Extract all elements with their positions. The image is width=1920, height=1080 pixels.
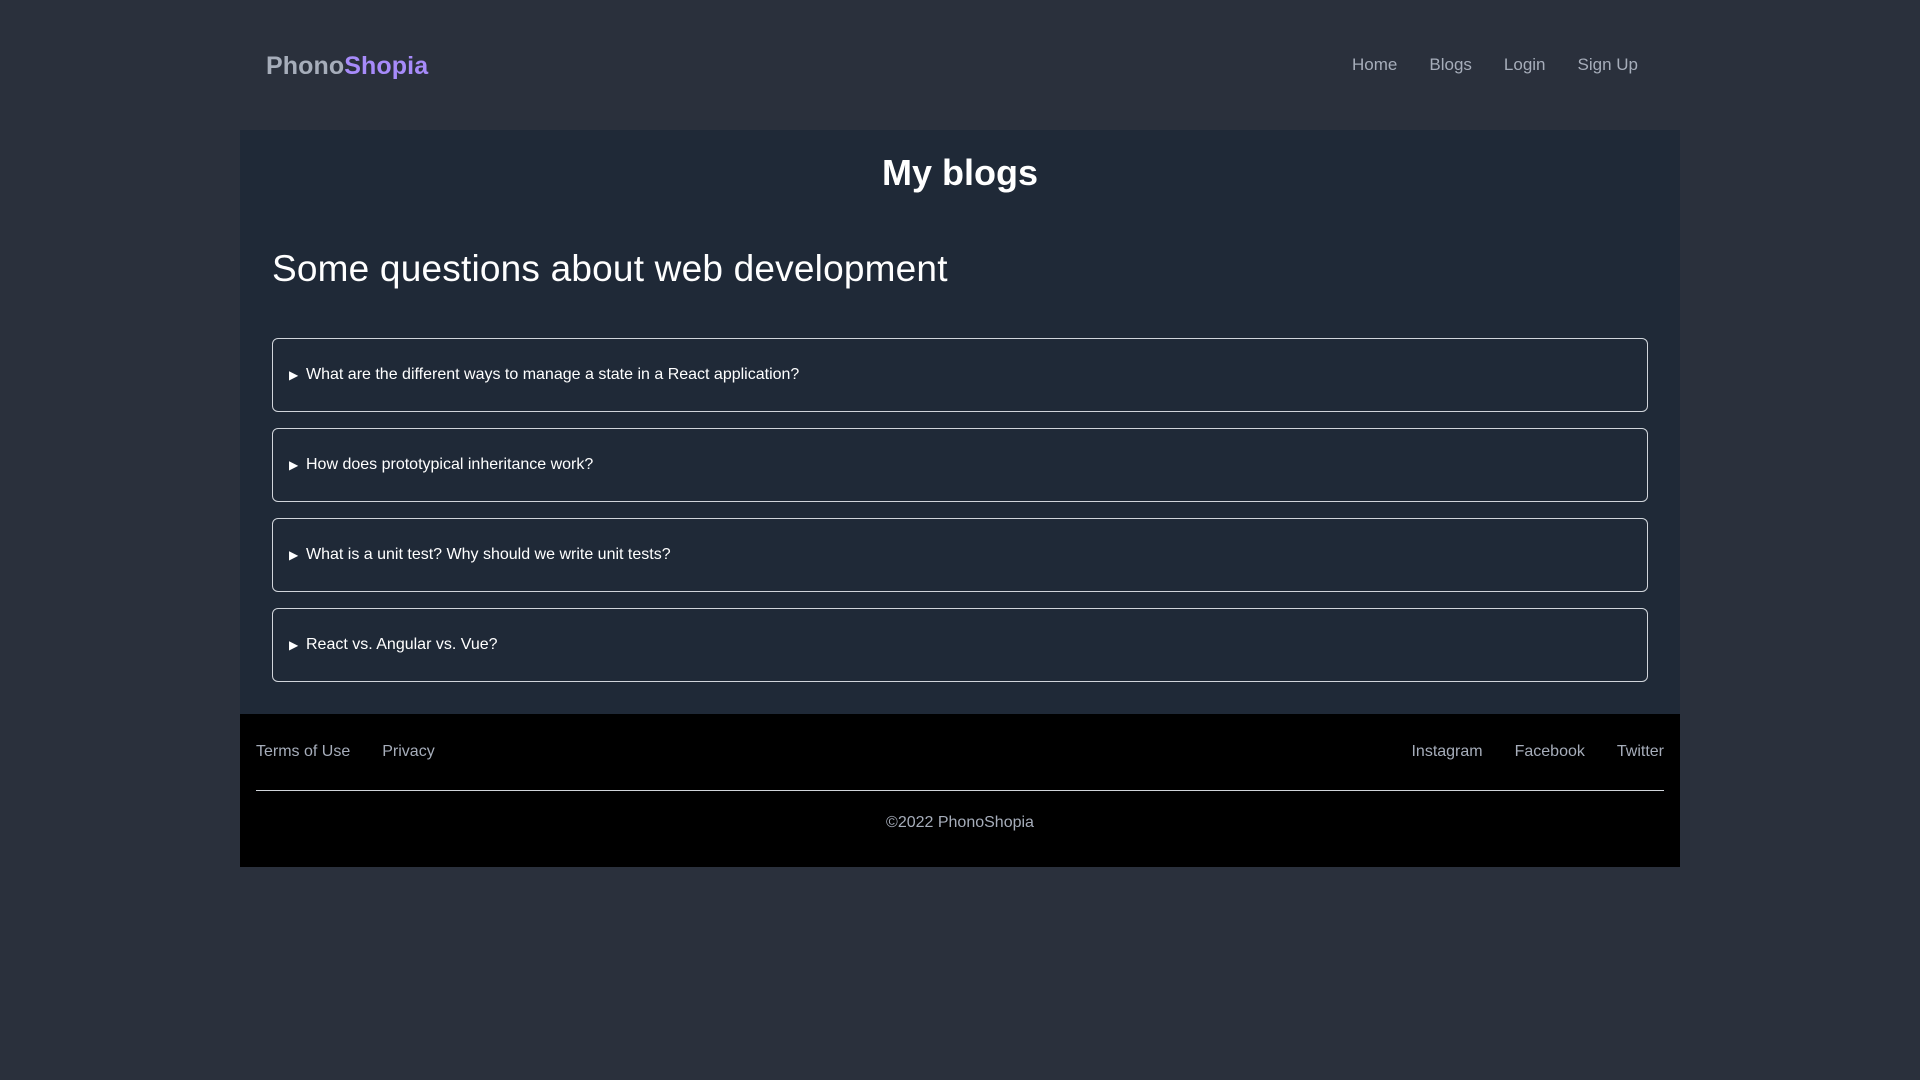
faq-item-frameworks-comparison[interactable]: ▶ React vs. Angular vs. Vue? (272, 608, 1648, 682)
footer-link-twitter[interactable]: Twitter (1617, 743, 1664, 761)
footer-divider (256, 790, 1664, 791)
footer-links-row: Terms of Use Privacy Instagram Facebook … (256, 714, 1664, 790)
brand-logo[interactable]: PhonoShopia (266, 52, 428, 81)
faq-item-prototypical-inheritance[interactable]: ▶ How does prototypical inheritance work… (272, 428, 1648, 502)
footer-link-privacy[interactable]: Privacy (382, 743, 434, 761)
copyright-text: ©2022 PhonoShopia (886, 814, 1034, 831)
footer-legal-links: Terms of Use Privacy (256, 743, 467, 761)
brand-name-part1: Phono (266, 51, 345, 80)
page-title: My blogs (881, 152, 1038, 193)
brand-name-part2: Shopia (344, 51, 429, 80)
site-footer: Terms of Use Privacy Instagram Facebook … (240, 714, 1680, 867)
nav-link-login[interactable]: Login (1504, 55, 1546, 75)
main-nav: Home Blogs Login Sign Up (1320, 55, 1638, 75)
footer-social-links: Instagram Facebook Twitter (1379, 743, 1664, 761)
section-title: Some questions about web development (272, 248, 948, 289)
footer-link-instagram[interactable]: Instagram (1411, 743, 1482, 761)
disclosure-triangle-icon: ▶ (289, 368, 299, 382)
footer-link-facebook[interactable]: Facebook (1515, 743, 1585, 761)
blogs-main-section: My blogs Some questions about web develo… (240, 130, 1680, 714)
faq-item-unit-test[interactable]: ▶ What is a unit test? Why should we wri… (272, 518, 1648, 592)
disclosure-triangle-icon: ▶ (289, 548, 299, 562)
faq-list: ▶ What are the different ways to manage … (272, 338, 1648, 682)
nav-link-blogs[interactable]: Blogs (1429, 55, 1472, 75)
disclosure-triangle-icon: ▶ (289, 458, 299, 472)
faq-item-state-management[interactable]: ▶ What are the different ways to manage … (272, 338, 1648, 412)
disclosure-triangle-icon: ▶ (289, 638, 299, 652)
footer-link-terms[interactable]: Terms of Use (256, 743, 350, 761)
nav-link-signup[interactable]: Sign Up (1578, 55, 1638, 75)
faq-question: How does prototypical inheritance work? (306, 456, 594, 473)
faq-question: What are the different ways to manage a … (306, 366, 800, 383)
faq-question: What is a unit test? Why should we write… (306, 546, 671, 563)
nav-link-home[interactable]: Home (1352, 55, 1397, 75)
top-navbar: PhonoShopia Home Blogs Login Sign Up (240, 0, 1680, 130)
faq-question: React vs. Angular vs. Vue? (306, 636, 498, 653)
